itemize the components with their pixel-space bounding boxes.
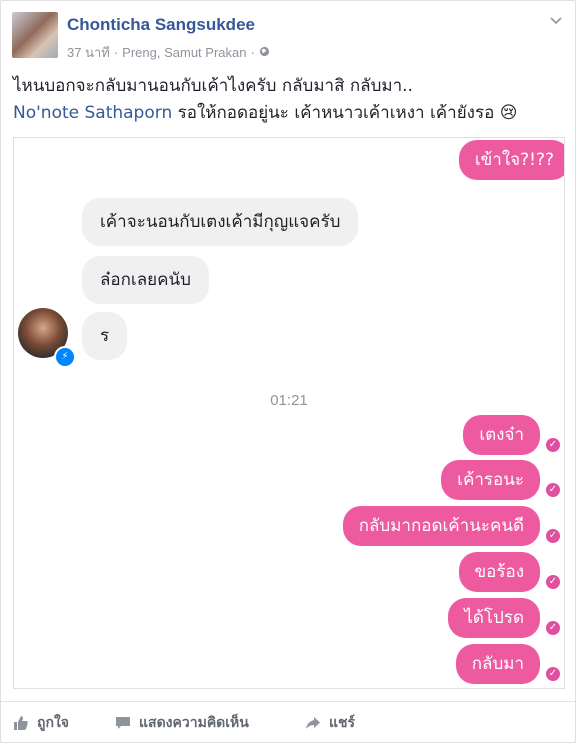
like-button[interactable]: ถูกใจ bbox=[13, 712, 69, 734]
seen-check-icon: ✓ bbox=[546, 575, 560, 589]
post-body: ไหนบอกจะกลับมานอนกับเค้าไงครับ กลับมาสิ … bbox=[13, 73, 565, 127]
post-actions: ถูกใจ แสดงความคิดเห็น แชร์ bbox=[1, 701, 575, 742]
post-text-rest: รอให้กอดอยู่นะ เค้าหนาวเค้าเหงา เค้ายังร… bbox=[172, 103, 500, 123]
post-time[interactable]: 37 นาที bbox=[67, 42, 110, 63]
chat-bubble-sent: เข้าใจ?!?? bbox=[458, 140, 564, 180]
post-text-line1: ไหนบอกจะกลับมานอนกับเค้าไงครับ กลับมาสิ … bbox=[13, 76, 413, 96]
chat-bubble-sent: กลับมากอดเค้านะคนดี bbox=[342, 506, 540, 546]
chat-bubble-sent: กลับมา bbox=[455, 644, 540, 684]
globe-icon bbox=[259, 45, 270, 60]
share-icon bbox=[305, 715, 321, 731]
meta-separator: · bbox=[113, 45, 119, 60]
post-meta: 37 นาที · Preng, Samut Prakan · bbox=[67, 42, 270, 63]
seen-check-icon: ✓ bbox=[546, 483, 560, 497]
seen-check-icon: ✓ bbox=[546, 438, 560, 452]
chat-screenshot[interactable]: เข้าใจ?!?? เค้าจะนอนกับเตงเค้ามีกุญแจครั… bbox=[13, 137, 565, 689]
chat-bubble-sent: เตงจ๋า bbox=[463, 415, 540, 455]
tagged-user[interactable]: No'note Sathaporn bbox=[13, 103, 172, 123]
like-label: ถูกใจ bbox=[37, 715, 69, 731]
chat-bubble-received: ล๋อกเลยคนับ bbox=[82, 256, 209, 304]
chat-bubble-received: เค้าจะนอนกับเตงเค้ามีกุญแจครับ bbox=[82, 198, 359, 246]
post-location[interactable]: Preng, Samut Prakan bbox=[122, 45, 246, 60]
seen-check-icon: ✓ bbox=[546, 529, 560, 543]
post-text-line2: No'note Sathaporn รอให้กอดอยู่นะ เค้าหนา… bbox=[13, 100, 565, 127]
seen-check-icon: ✓ bbox=[546, 667, 560, 681]
messenger-icon: ⚡ bbox=[54, 346, 76, 368]
chat-bubble-sent: ขอร้อง bbox=[458, 552, 540, 592]
share-button[interactable]: แชร์ bbox=[305, 712, 355, 734]
crying-emoji-icon: 😢 bbox=[499, 103, 518, 123]
share-label: แชร์ bbox=[329, 715, 356, 731]
post-card: Chonticha Sangsukdee 37 นาที · Preng, Sa… bbox=[0, 0, 576, 743]
seen-check-icon: ✓ bbox=[546, 621, 560, 635]
author-avatar[interactable] bbox=[12, 12, 58, 58]
chat-timestamp: 01:21 bbox=[270, 392, 308, 409]
meta-separator-2: · bbox=[250, 45, 255, 60]
thumbs-up-icon bbox=[13, 715, 29, 731]
comment-label: แสดงความคิดเห็น bbox=[139, 715, 249, 731]
chat-bubble-received: ร bbox=[82, 312, 128, 360]
chat-bubble-sent: เค้ารอนะ bbox=[441, 460, 540, 500]
chat-bubble-sent: ได้โปรด bbox=[448, 598, 540, 638]
chevron-down-icon[interactable] bbox=[549, 13, 563, 27]
author-name[interactable]: Chonticha Sangsukdee bbox=[67, 15, 255, 35]
comment-button[interactable]: แสดงความคิดเห็น bbox=[115, 712, 249, 734]
comment-icon bbox=[115, 715, 131, 731]
